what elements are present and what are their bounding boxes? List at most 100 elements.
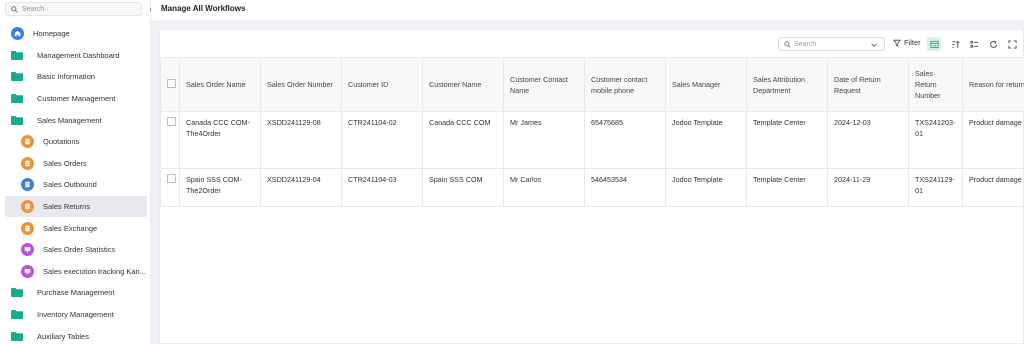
filter-icon xyxy=(893,39,901,47)
table-search-input[interactable]: Search xyxy=(778,37,885,51)
sidebar-item-management-dashboard[interactable]: Management Dashboard xyxy=(5,45,147,67)
page-header: Manage All Workflows xyxy=(151,0,1024,20)
table-cell[interactable]: Mr Carlos xyxy=(503,168,585,207)
column-header[interactable]: Sales Order Number xyxy=(260,57,342,112)
select-all-checkbox[interactable] xyxy=(167,78,176,88)
table-cell[interactable]: Spain SSS COM xyxy=(422,168,504,207)
folder-icon xyxy=(11,72,23,82)
table-cell[interactable]: 65475685 xyxy=(584,111,666,169)
sidebar-item-sales-order-statistics[interactable]: Sales Order Statistics xyxy=(5,239,147,261)
sidebar-item-label: Sales Returns xyxy=(43,202,91,212)
form-icon xyxy=(21,156,34,170)
chevron-down-icon[interactable] xyxy=(870,41,878,49)
table-toolbar: Search Filter xyxy=(160,30,1024,57)
table-cell[interactable]: Canada CCC COM-The4Order xyxy=(179,111,261,169)
report-icon xyxy=(21,264,34,278)
sidebar-item-sales-execution-tracking-kan[interactable]: Sales execution tracking Kan... xyxy=(5,261,147,283)
row-checkbox[interactable] xyxy=(167,174,176,183)
table-cell[interactable]: XSDD241129-08 xyxy=(260,111,342,169)
folder-open-icon xyxy=(11,115,23,125)
sidebar-item-label: Sales execution tracking Kan... xyxy=(43,266,146,276)
column-header[interactable]: Sales Manager xyxy=(665,57,747,112)
table-cell[interactable]: 2024-11-29 xyxy=(827,168,909,207)
sidebar-item-label: Sales Outbound xyxy=(43,180,97,190)
refresh-button[interactable] xyxy=(986,37,1000,51)
search-icon xyxy=(784,40,791,48)
column-header[interactable]: Customer Contact Name xyxy=(503,57,585,112)
sidebar-search-input[interactable]: Search xyxy=(5,2,142,16)
sidebar-item-purchase-management[interactable]: Purchase Management xyxy=(5,282,147,304)
select-all-cell[interactable] xyxy=(160,57,180,112)
sidebar-item-label: Quotations xyxy=(43,137,80,147)
table-cell[interactable]: Canada CCC COM xyxy=(422,111,504,169)
table-cell[interactable]: XSDD241129-04 xyxy=(260,168,342,207)
table-cell[interactable]: Template Center xyxy=(746,111,828,169)
fullscreen-button[interactable] xyxy=(1005,37,1019,51)
column-header[interactable]: Sales Attribution Department xyxy=(746,57,828,112)
sidebar-item-sales-returns[interactable]: Sales Returns xyxy=(5,195,147,218)
row-checkbox[interactable] xyxy=(167,117,176,126)
table-cell[interactable]: Product damage xyxy=(962,111,1024,169)
table-cell[interactable]: 546453534 xyxy=(584,168,666,207)
sidebar-item-label: Sales Exchange xyxy=(43,223,98,233)
table-cell[interactable]: Jodoo Template xyxy=(665,111,747,169)
app-window: Search Homepage Management Dashboard Basic… xyxy=(0,0,1024,344)
form-icon xyxy=(21,178,34,192)
sidebar-item-label: Auxiliary Tables xyxy=(37,331,89,341)
sidebar-item-label: Homepage xyxy=(33,29,70,39)
table-search-placeholder: Search xyxy=(794,40,817,48)
column-header[interactable]: Customer Name xyxy=(422,57,504,112)
sidebar-item-inventory-management[interactable]: Inventory Management xyxy=(5,304,147,326)
table-cell[interactable]: Jodoo Template xyxy=(665,168,747,207)
sidebar-search-placeholder: Search xyxy=(22,5,45,13)
column-header[interactable]: Sales Order Name xyxy=(179,57,261,112)
table-header-row: Sales Order Name Sales Order Number Cust… xyxy=(160,57,1024,112)
row-select-cell[interactable] xyxy=(160,111,180,169)
table-cell[interactable]: Spain SSS COM-The2Order xyxy=(179,168,261,207)
table-cell[interactable]: TXS241129-01 xyxy=(908,168,963,207)
row-select-cell[interactable] xyxy=(160,168,180,207)
sidebar-item-sales-exchange[interactable]: Sales Exchange xyxy=(5,217,147,239)
folder-icon xyxy=(11,50,23,60)
folder-icon xyxy=(11,310,23,320)
table-cell[interactable]: Template Center xyxy=(746,168,828,207)
home-icon xyxy=(11,27,24,41)
fullscreen-icon xyxy=(1007,39,1017,49)
column-header[interactable]: Date of Return Request xyxy=(827,57,909,112)
sidebar-item-auxiliary-tables[interactable]: Auxiliary Tables xyxy=(5,325,147,344)
report-icon xyxy=(21,243,34,257)
table-row[interactable]: Spain SSS COM-The2Order XSDD241129-04 CT… xyxy=(160,168,1024,207)
sidebar-item-label: Sales Orders xyxy=(43,158,87,168)
columns-button[interactable] xyxy=(967,37,981,51)
table-cell[interactable]: Mr James xyxy=(503,111,585,169)
folder-icon xyxy=(11,331,23,341)
sidebar-item-sales-orders[interactable]: Sales Orders xyxy=(5,153,147,175)
sidebar-item-label: Inventory Management xyxy=(37,310,114,320)
sidebar-item-label: Sales Order Statistics xyxy=(43,245,116,255)
sidebar-item-sales-management[interactable]: Sales Management xyxy=(5,109,147,131)
sidebar-item-label: Purchase Management xyxy=(37,288,115,298)
table-row[interactable]: Canada CCC COM-The4Order XSDD241129-08 C… xyxy=(160,111,1024,169)
folder-icon xyxy=(11,288,23,298)
table-cell[interactable]: CTR241104-02 xyxy=(341,111,423,169)
table-cell[interactable]: Product damage xyxy=(962,168,1024,207)
sidebar-item-basic-information[interactable]: Basic Information xyxy=(5,66,147,88)
sidebar-item-label: Management Dashboard xyxy=(37,50,120,60)
table-cell[interactable]: 2024-12-03 xyxy=(827,111,909,169)
table-cell[interactable]: TXS241203-01 xyxy=(908,111,963,169)
sidebar-nav: Homepage Management Dashboard Basic Inform… xyxy=(5,23,147,344)
table-view-button[interactable] xyxy=(927,37,941,51)
sort-button[interactable] xyxy=(948,37,962,51)
column-header[interactable]: Reason for return xyxy=(962,57,1024,112)
column-header[interactable]: Customer contact mobile phone xyxy=(584,57,666,112)
columns-icon xyxy=(969,40,978,48)
table-cell[interactable]: CTR241104-03 xyxy=(341,168,423,207)
column-header[interactable]: Sales Return Number xyxy=(908,57,963,112)
column-header[interactable]: Customer ID xyxy=(341,57,423,112)
sidebar-item-customer-management[interactable]: Customer Management xyxy=(5,88,147,110)
filter-button[interactable]: Filter xyxy=(893,38,921,47)
sidebar-item-quotations[interactable]: Quotations xyxy=(5,131,147,153)
form-icon xyxy=(21,200,34,214)
sidebar-item-homepage[interactable]: Homepage xyxy=(5,23,147,45)
sidebar-item-sales-outbound[interactable]: Sales Outbound xyxy=(5,174,147,196)
